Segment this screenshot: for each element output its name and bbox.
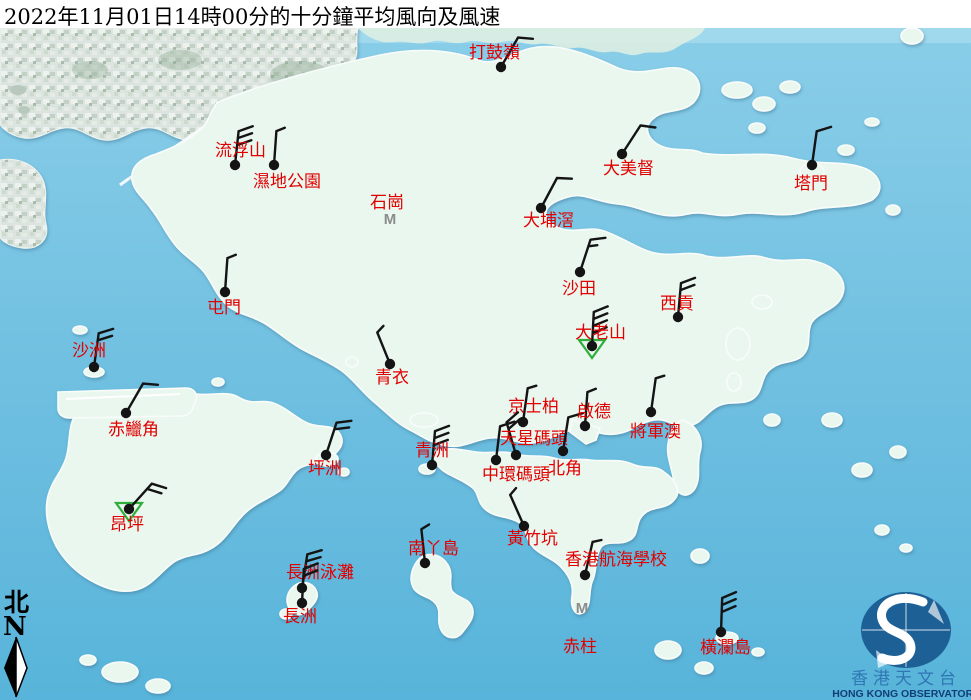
station-dot — [427, 460, 437, 470]
islet — [780, 81, 800, 93]
station-dot — [617, 149, 627, 159]
islet — [838, 145, 854, 155]
islet — [890, 446, 906, 458]
station-label: 青洲 — [415, 441, 449, 461]
station-dot — [124, 504, 134, 514]
station-dot — [580, 421, 590, 431]
station-label: 坪洲 — [308, 459, 342, 479]
islet — [901, 28, 923, 44]
station-label: 橫瀾島 — [700, 638, 751, 658]
islet-kau-sai — [726, 328, 750, 360]
station-label: 黃竹坑 — [507, 529, 558, 549]
islet-soko — [146, 679, 170, 693]
station-label: 北角 — [548, 459, 582, 479]
station-label: 南丫島 — [408, 539, 459, 559]
station-dot — [496, 62, 506, 72]
station-label: 石崗 — [370, 193, 404, 213]
islet — [752, 648, 764, 656]
station-label: 打鼓嶺 — [469, 43, 520, 63]
islet — [80, 655, 96, 665]
islet — [752, 295, 772, 309]
station-label: 沙洲 — [72, 341, 106, 361]
station-dot — [89, 362, 99, 372]
islet — [727, 373, 741, 391]
islet-tung-lung — [691, 549, 709, 563]
islet — [749, 123, 765, 133]
islet — [73, 326, 87, 334]
islet-po-toi — [655, 641, 681, 659]
station-label: 長洲泳灘 — [286, 563, 354, 583]
title-bar: 2022年11月01日14時00分的十分鐘平均風向及風速 — [0, 0, 971, 28]
wind-map-app: 打鼓嶺流浮山濕地公園M石崗大美督塔門大埔滘沙田西貢大老山屯門沙洲赤鱲角青衣坪洲青… — [0, 0, 971, 700]
station-label: 天星碼頭 — [500, 429, 568, 449]
station-label: 香港航海學校 — [565, 550, 667, 570]
islet — [212, 378, 224, 386]
station-label: 西貢 — [660, 294, 694, 314]
station-label: 青衣 — [375, 368, 409, 388]
hko-name-en: HONG KONG OBSERVATORY — [832, 688, 971, 700]
islet-stonecutters — [410, 413, 438, 427]
station-label: 中環碼頭 — [482, 465, 550, 485]
station-dot — [220, 287, 230, 297]
hko-name-zh: 香港天文台 — [851, 669, 961, 688]
station-dot — [121, 408, 131, 418]
station-label: 啟德 — [577, 402, 611, 422]
station-label: 塔門 — [794, 174, 828, 194]
islet — [900, 544, 912, 552]
station-dot — [558, 446, 568, 456]
islet — [852, 463, 872, 477]
missing-data-marker: M — [576, 600, 589, 617]
islet — [875, 525, 889, 535]
islet-kat-o — [722, 82, 752, 98]
compass-north-letter: N — [3, 612, 27, 642]
station-label: 流浮山 — [215, 141, 266, 161]
station-label: 赤柱 — [563, 637, 597, 657]
islet — [822, 413, 842, 427]
islet — [695, 662, 713, 674]
station-dot — [646, 407, 656, 417]
station-label: 長洲 — [283, 607, 317, 627]
islet — [753, 97, 775, 111]
station-dot — [230, 160, 240, 170]
station-label: 昂坪 — [110, 515, 144, 535]
islet — [764, 414, 780, 426]
station-label: 大美督 — [603, 159, 654, 179]
station-dot — [716, 627, 726, 637]
islet — [886, 205, 900, 215]
station-dot — [269, 160, 279, 170]
station-dot — [511, 450, 521, 460]
map-title: 2022年11月01日14時00分的十分鐘平均風向及風速 — [4, 1, 500, 31]
hong-kong-wind-map: 打鼓嶺流浮山濕地公園M石崗大美督塔門大埔滘沙田西貢大老山屯門沙洲赤鱲角青衣坪洲青… — [0, 0, 971, 700]
station-label: 沙田 — [562, 279, 596, 299]
station-dot — [807, 160, 817, 170]
islet — [865, 118, 879, 126]
islet-soko — [102, 662, 138, 682]
station-dot — [420, 558, 430, 568]
islet-ma-wan — [346, 357, 358, 367]
missing-data-marker: M — [384, 211, 397, 228]
station-label: 屯門 — [207, 298, 241, 318]
station-label: 將軍澳 — [630, 422, 681, 442]
station-label: 濕地公園 — [253, 172, 321, 192]
station-label: 赤鱲角 — [108, 420, 159, 440]
station-dot — [491, 455, 501, 465]
station-label: 大老山 — [575, 323, 626, 343]
station-dot — [580, 570, 590, 580]
station-label: 大埔滘 — [523, 211, 574, 231]
station-dot — [575, 267, 585, 277]
